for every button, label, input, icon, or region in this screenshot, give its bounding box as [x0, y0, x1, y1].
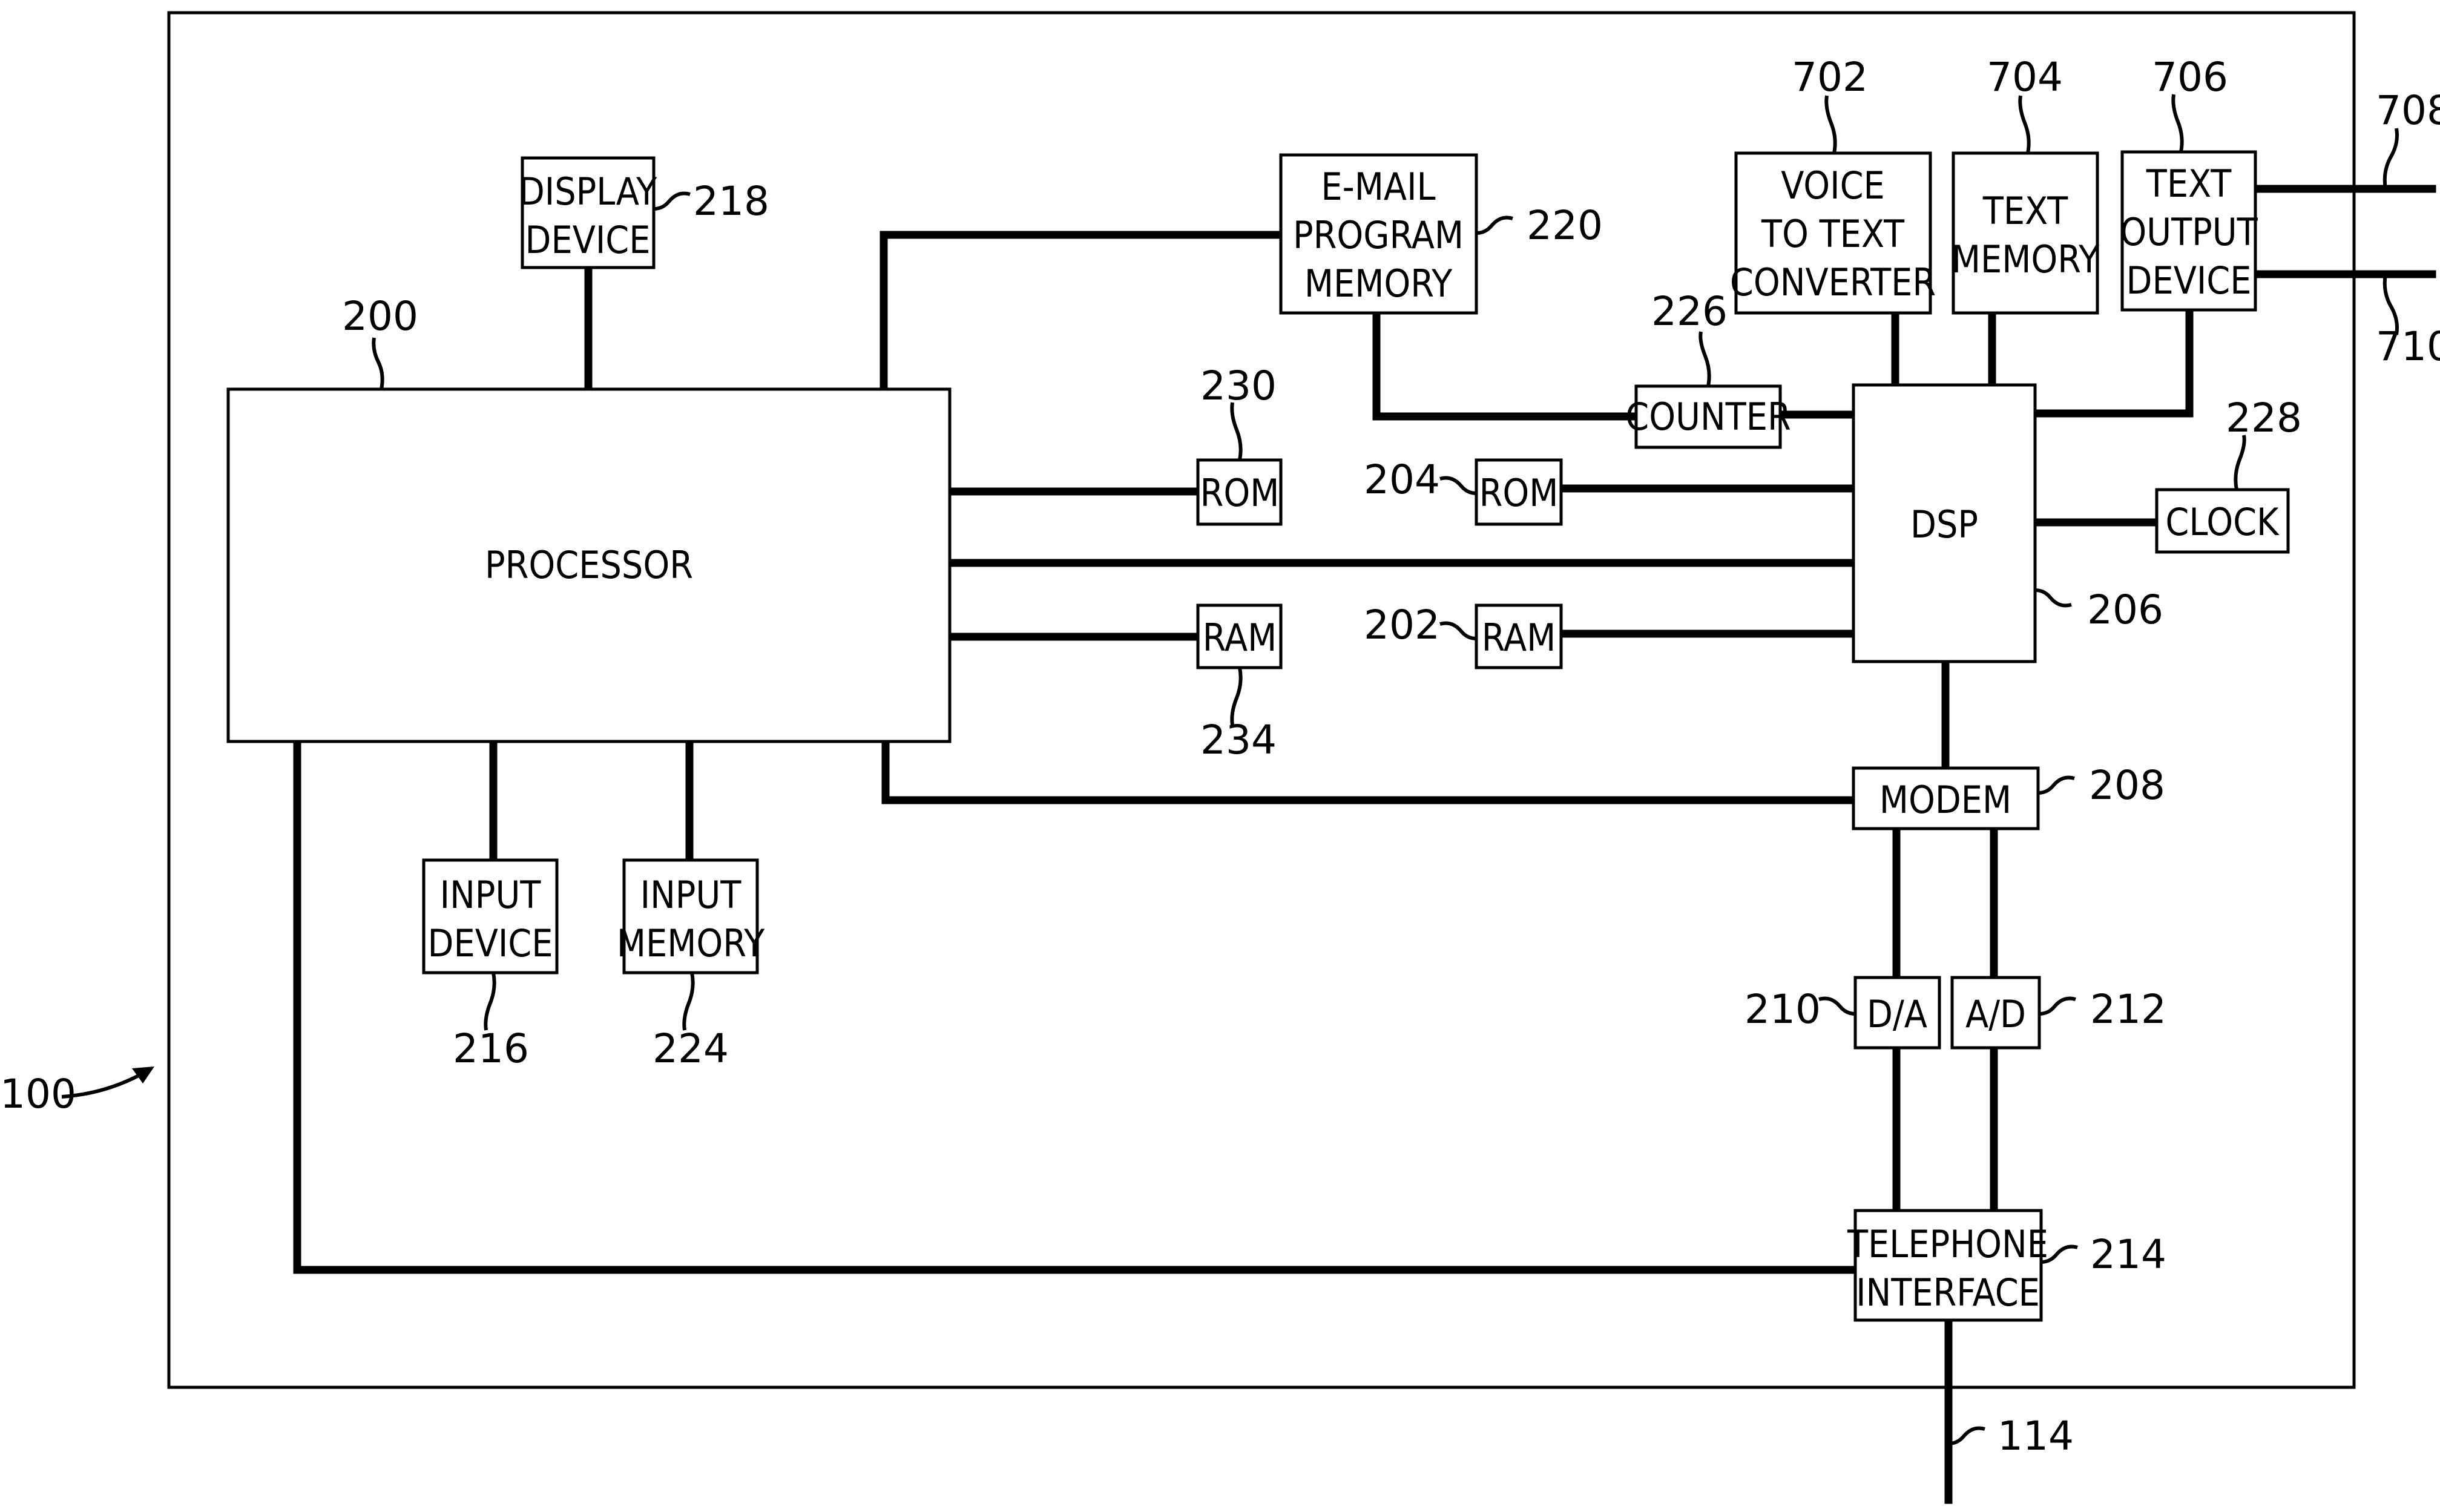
ref-208: 208 — [2089, 762, 2165, 809]
text-memory-block[interactable]: TEXT MEMORY — [1952, 151, 2100, 315]
ram-202-label: RAM — [1482, 616, 1556, 660]
leader-220 — [1476, 215, 1513, 235]
leader-206 — [2034, 588, 2072, 608]
ref-210: 210 — [1745, 986, 1821, 1033]
display-device-label-line1: DISPLAY — [519, 169, 657, 214]
ref-234: 234 — [1200, 717, 1277, 763]
ad-label: A/D — [1965, 992, 2026, 1036]
leader-208 — [2037, 775, 2075, 795]
voice-to-text-converter-block[interactable]: VOICE TO TEXT CONVERTER — [1730, 151, 1936, 315]
ram-202-block[interactable]: RAM — [1475, 603, 1563, 669]
ram-234-block[interactable]: RAM — [1196, 603, 1283, 669]
input-device-label-line2: DEVICE — [428, 921, 553, 965]
ref-206: 206 — [2087, 587, 2163, 633]
wire-processor-modem — [881, 737, 1858, 804]
ref-100: 100 — [0, 1071, 76, 1117]
telephone-interface-block[interactable]: TELEPHONE INTERFACE — [1847, 1209, 2048, 1322]
telephone-label-line2: INTERFACE — [1856, 1270, 2040, 1315]
leader-212 — [2039, 996, 2076, 1016]
block-diagram: PROCESSOR DISPLAY DEVICE E-MAIL PROGRAM … — [0, 11, 2440, 1504]
ref-706: 706 — [2152, 54, 2228, 100]
ref-220: 220 — [1527, 202, 1603, 249]
ref-212: 212 — [2090, 986, 2166, 1033]
display-device-label-line2: DEVICE — [525, 218, 651, 262]
rom-230-label: ROM — [1200, 471, 1280, 515]
email-label-line1: E-MAIL — [1321, 165, 1435, 209]
input-memory-label-line2: MEMORY — [617, 921, 765, 965]
voice-label-line3: CONVERTER — [1730, 260, 1936, 304]
ref-202: 202 — [1364, 602, 1440, 648]
leader-210 — [1818, 996, 1856, 1016]
leader-226 — [1698, 331, 1711, 387]
ref-218: 218 — [693, 178, 769, 225]
voice-label-line1: VOICE — [1781, 163, 1885, 208]
voice-label-line2: TO TEXT — [1761, 212, 1905, 256]
leader-708 — [2382, 128, 2399, 189]
rom-204-label: ROM — [1479, 471, 1559, 515]
ref-204: 204 — [1364, 456, 1440, 503]
display-device-block[interactable]: DISPLAY DEVICE — [519, 156, 657, 269]
text-output-label-line3: DEVICE — [2126, 258, 2252, 303]
leader-704 — [2018, 95, 2031, 154]
wires — [293, 185, 2436, 1504]
counter-block[interactable]: COUNTER — [1625, 384, 1791, 449]
ref-226: 226 — [1651, 288, 1728, 335]
arrow-100-head — [132, 1067, 154, 1083]
rom-230-block[interactable]: ROM — [1196, 458, 1283, 526]
input-device-label-line1: INPUT — [440, 873, 542, 917]
rom-204-block[interactable]: ROM — [1475, 458, 1563, 526]
text-memory-label-line2: MEMORY — [1952, 237, 2100, 281]
text-memory-label-line1: TEXT — [1982, 189, 2068, 233]
leader-204 — [1439, 476, 1477, 495]
ref-200: 200 — [342, 293, 418, 340]
wire-processor-telephone — [293, 737, 1860, 1274]
leader-218 — [653, 191, 691, 211]
modem-label: MODEM — [1879, 778, 2011, 822]
ref-710: 710 — [2376, 323, 2440, 370]
email-label-line3: MEMORY — [1304, 261, 1453, 306]
ref-228: 228 — [2226, 395, 2302, 441]
leader-228 — [2234, 435, 2246, 490]
ref-230: 230 — [1200, 363, 1277, 409]
clock-block[interactable]: CLOCK — [2155, 488, 2290, 554]
text-output-device-block[interactable]: TEXT OUTPUT DEVICE — [2120, 150, 2258, 312]
ref-214: 214 — [2090, 1231, 2166, 1278]
ref-702: 702 — [1792, 54, 1868, 100]
wire-email-counter — [1372, 309, 1640, 421]
da-label: D/A — [1867, 992, 1927, 1036]
telephone-label-line1: TELEPHONE — [1847, 1222, 2048, 1266]
input-memory-block[interactable]: INPUT MEMORY — [617, 858, 765, 975]
input-memory-label-line1: INPUT — [640, 873, 742, 917]
ref-114: 114 — [1998, 1413, 2074, 1459]
leader-216 — [484, 972, 496, 1031]
ad-converter-block[interactable]: A/D — [1950, 976, 2041, 1050]
email-label-line2: PROGRAM — [1293, 213, 1464, 257]
leader-706 — [2171, 94, 2184, 153]
ref-224: 224 — [653, 1025, 729, 1072]
text-output-label-line1: TEXT — [2146, 162, 2232, 206]
leader-224 — [682, 972, 695, 1031]
dsp-label: DSP — [1910, 502, 1978, 547]
ref-704: 704 — [1987, 54, 2063, 100]
processor-label: PROCESSOR — [485, 543, 693, 587]
counter-label: COUNTER — [1625, 395, 1791, 439]
ref-708: 708 — [2376, 87, 2440, 134]
leader-702 — [1824, 95, 1837, 154]
leader-200 — [372, 337, 384, 390]
leader-230 — [1230, 402, 1243, 461]
email-program-memory-block[interactable]: E-MAIL PROGRAM MEMORY — [1279, 153, 1478, 315]
ref-216: 216 — [453, 1025, 529, 1072]
ram-234-label: RAM — [1203, 616, 1277, 660]
da-converter-block[interactable]: D/A — [1853, 976, 1941, 1050]
clock-label: CLOCK — [2165, 500, 2280, 544]
leader-114 — [1948, 1426, 1985, 1445]
wire-textout-dsp — [2031, 306, 2194, 418]
input-device-block[interactable]: INPUT DEVICE — [422, 858, 559, 975]
text-output-label-line2: OUTPUT — [2120, 210, 2258, 254]
dsp-block[interactable]: DSP — [1852, 383, 2037, 663]
modem-block[interactable]: MODEM — [1852, 766, 2040, 830]
processor-block[interactable]: PROCESSOR — [226, 387, 952, 743]
leader-202 — [1439, 621, 1477, 640]
